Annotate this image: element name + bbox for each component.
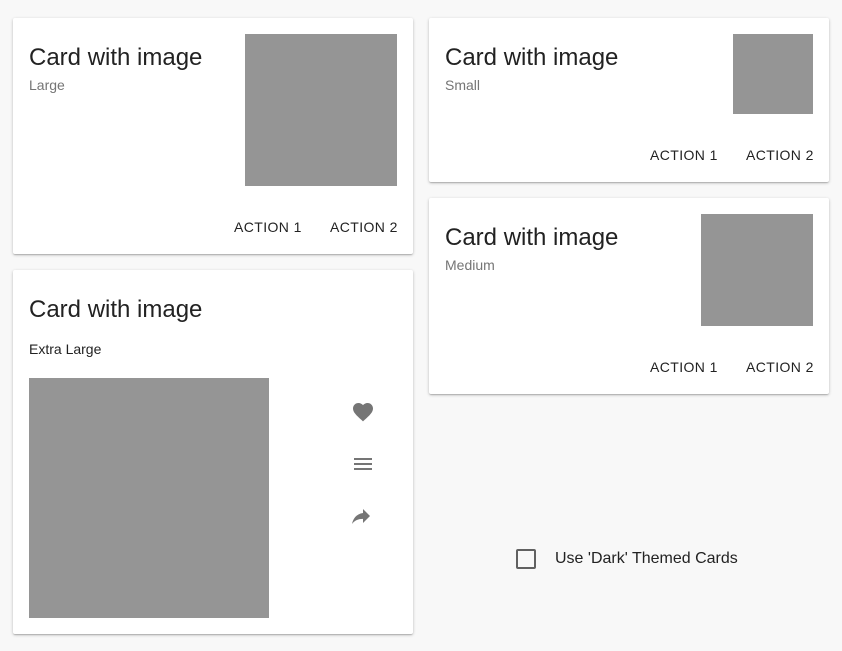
card-medium: Card with image Medium ACTION 1 ACTION 2 [429, 198, 829, 394]
heart-icon [353, 403, 373, 422]
card-image [701, 214, 813, 326]
card-title: Card with image [29, 296, 203, 323]
card-title: Card with image [445, 224, 619, 251]
card-small: Card with image Small ACTION 1 ACTION 2 [429, 18, 829, 182]
action-2-button[interactable]: ACTION 2 [738, 349, 822, 385]
action-1-button[interactable]: ACTION 1 [642, 349, 726, 385]
card-subtitle: Extra Large [29, 341, 102, 357]
dark-theme-checkbox-label[interactable]: Use 'Dark' Themed Cards [555, 550, 738, 568]
card-subtitle: Large [29, 77, 65, 93]
action-2-button[interactable]: ACTION 2 [738, 137, 822, 173]
favorite-button[interactable] [345, 394, 381, 430]
card-extra-large: Card with image Extra Large [13, 270, 413, 634]
share-icon [352, 509, 370, 524]
card-subtitle: Small [445, 77, 481, 93]
action-2-button[interactable]: ACTION 2 [322, 209, 406, 245]
card-image [245, 34, 397, 186]
card-image [733, 34, 813, 114]
card-title: Card with image [445, 44, 619, 71]
card-image [29, 378, 269, 618]
dark-theme-checkbox[interactable] [516, 549, 536, 569]
action-1-button[interactable]: ACTION 1 [226, 209, 310, 245]
action-1-button[interactable]: ACTION 1 [642, 137, 726, 173]
dark-theme-checkbox-row[interactable]: Use 'Dark' Themed Cards [516, 546, 738, 572]
card-large: Card with image Large ACTION 1 ACTION 2 [13, 18, 413, 254]
card-subtitle: Medium [445, 257, 495, 273]
card-title: Card with image [29, 44, 203, 71]
menu-icon [354, 458, 372, 470]
share-button[interactable] [345, 498, 381, 534]
menu-button[interactable] [345, 446, 381, 482]
